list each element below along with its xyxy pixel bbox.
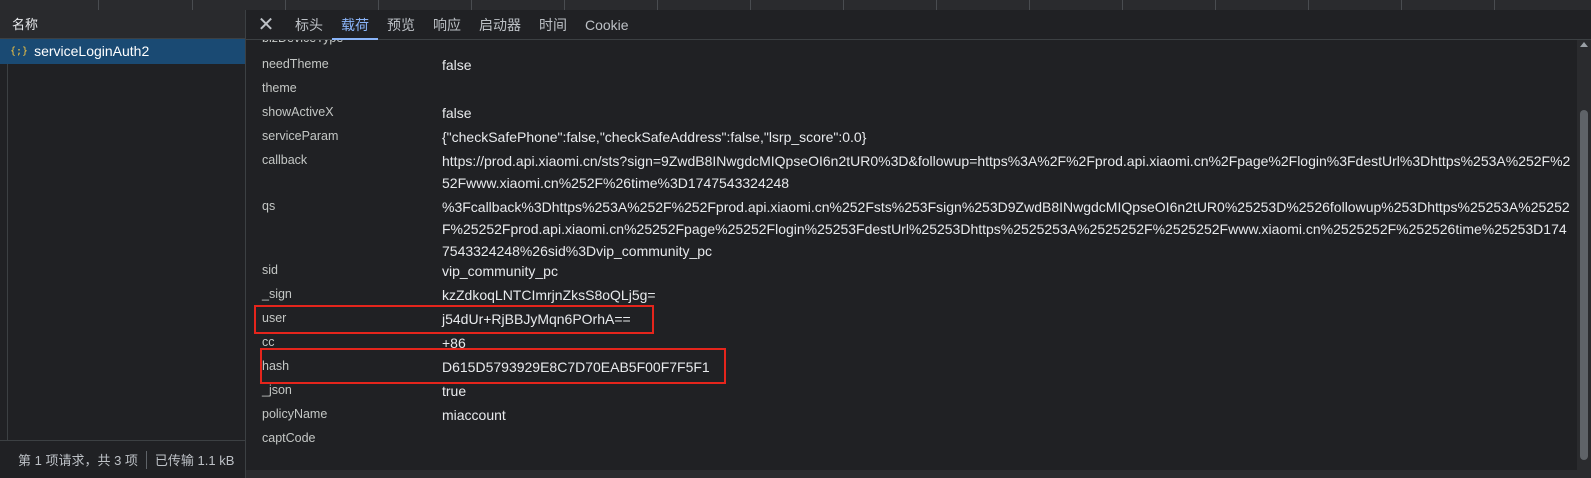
- column-divider: [7, 64, 8, 442]
- tab-cookies[interactable]: Cookie: [576, 10, 638, 39]
- tab-payload[interactable]: 载荷: [332, 10, 378, 40]
- tab-timing[interactable]: 时间: [530, 10, 576, 39]
- payload-key: theme: [262, 81, 297, 95]
- payload-value: https://prod.api.xiaomi.cn/sts?sign=9Zwd…: [442, 153, 1571, 191]
- payload-key: qs: [262, 199, 276, 213]
- tab-headers[interactable]: 标头: [286, 10, 332, 39]
- scroll-thumb[interactable]: [1580, 110, 1588, 460]
- request-detail-pane: ✕ 标头 载荷 预览 响应 启动器 时间 Cookie bizDeviceTyp…: [246, 10, 1591, 478]
- vertical-scrollbar[interactable]: [1577, 40, 1591, 470]
- tab-preview[interactable]: 预览: [378, 10, 424, 39]
- request-row-serviceloginauth2[interactable]: {;} serviceLoginAuth2: [0, 39, 245, 64]
- payload-key: sid: [262, 263, 278, 277]
- timeline-tick: [1401, 0, 1402, 10]
- payload-value: %3Fcallback%3Dhttps%253A%252F%252Fprod.a…: [442, 199, 1570, 259]
- payload-key: user: [262, 311, 287, 325]
- payload-key: policyName: [262, 407, 328, 421]
- timeline-tick: [564, 0, 565, 10]
- payload-value: D615D5793929E8C7D70EAB5F00F7F5F1: [442, 359, 710, 375]
- payload-key: captCode: [262, 431, 316, 445]
- timeline-tick: [471, 0, 472, 10]
- timeline-tick: [1029, 0, 1030, 10]
- payload-key: serviceParam: [262, 129, 339, 143]
- json-file-icon: {;}: [10, 46, 29, 57]
- network-status-bar: 第 1 项请求，共 3 项 已传输 1.1 kB: [0, 440, 245, 478]
- name-column-header[interactable]: 名称: [0, 10, 245, 39]
- horizontal-scrollbar[interactable]: [246, 470, 1591, 478]
- request-name: serviceLoginAuth2: [34, 43, 150, 59]
- payload-value: vip_community_pc: [442, 263, 558, 279]
- close-icon[interactable]: ✕: [246, 10, 286, 39]
- timeline-tick: [378, 0, 379, 10]
- timeline-tick: [285, 0, 286, 10]
- tab-initiator[interactable]: 启动器: [470, 10, 530, 39]
- payload-value: kzZdkoqLNTCImrjnZksS8oQLj5g=: [442, 287, 656, 303]
- timeline-tick: [1122, 0, 1123, 10]
- payload-key: cc: [262, 335, 275, 349]
- request-list-pane: 名称 {;} serviceLoginAuth2 第 1 项请求，共 3 项 已…: [0, 10, 246, 478]
- payload-key: showActiveX: [262, 105, 334, 119]
- payload-value: true: [442, 383, 467, 399]
- transferred-text: 已传输 1.1 kB: [154, 453, 235, 468]
- payload-key: _json: [262, 383, 292, 397]
- scroll-up-icon[interactable]: [1580, 42, 1588, 47]
- payload-value: false: [442, 105, 472, 121]
- timeline-tick: [936, 0, 937, 10]
- payload-key: bizDeviceType: [262, 40, 432, 45]
- timeline-tick: [192, 0, 193, 10]
- payload-value: +86: [442, 335, 466, 351]
- payload-key: needTheme: [262, 57, 329, 71]
- payload-value: false: [442, 57, 472, 73]
- payload-key: hash: [262, 359, 290, 373]
- timeline-tick: [1308, 0, 1309, 10]
- payload-form-data: bizDeviceType needTheme false theme show…: [246, 40, 1576, 470]
- payload-value: {"checkSafePhone":false,"checkSafeAddres…: [442, 129, 867, 145]
- timeline-tick: [1215, 0, 1216, 10]
- payload-value: j54dUr+RjBBJyMqn6POrhA==: [442, 311, 631, 327]
- payload-key: _sign: [262, 287, 292, 301]
- timeline-tick: [657, 0, 658, 10]
- payload-key: callback: [262, 153, 308, 167]
- payload-value: miaccount: [442, 407, 506, 423]
- detail-tabbar: ✕ 标头 载荷 预览 响应 启动器 时间 Cookie: [246, 10, 1591, 40]
- request-count-text: 第 1 项请求，共 3 项: [18, 453, 138, 468]
- timeline-tick: [1494, 0, 1495, 10]
- tab-response[interactable]: 响应: [424, 10, 470, 39]
- timeline-tick: [750, 0, 751, 10]
- timeline-tick: [98, 0, 99, 10]
- timeline-tick: [843, 0, 844, 10]
